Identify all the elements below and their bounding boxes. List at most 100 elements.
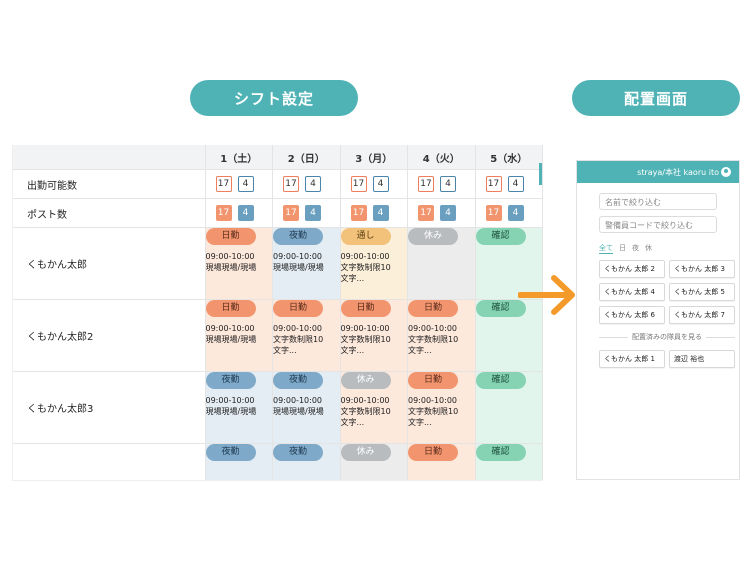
post-count-secondary[interactable]: 4: [507, 205, 524, 221]
shift-cell[interactable]: 夜勤 09:00-10:00 現場現場/現場: [272, 227, 341, 300]
user-icon[interactable]: [721, 167, 731, 177]
available-count-secondary[interactable]: 4: [507, 176, 524, 192]
staff-row: くもかん太郎2 日勤 09:00-10:00 現場現場/現場 日勤 09:00-10:00…: [13, 299, 543, 372]
shift-cell[interactable]: 休み: [340, 443, 408, 480]
shift-type-badge[interactable]: 確認: [475, 444, 526, 461]
mobile-header: straya/本社 kaoru ito: [577, 161, 739, 183]
available-count-secondary[interactable]: 4: [440, 176, 456, 192]
day-header[interactable]: 3（月）: [340, 145, 408, 170]
code-filter-input[interactable]: 警備員コードで絞り込む: [599, 216, 717, 233]
available-count-secondary[interactable]: 4: [372, 176, 389, 192]
staff-card[interactable]: くもかん 太郎 4: [599, 283, 665, 301]
post-count-primary[interactable]: 17: [350, 205, 367, 221]
count-pair: 17 4: [341, 176, 408, 192]
available-count-primary[interactable]: 17: [215, 176, 232, 192]
shift-type-badge[interactable]: 日勤: [273, 300, 323, 317]
count-cell: 17 4: [407, 198, 476, 228]
post-count-primary[interactable]: 17: [485, 205, 502, 221]
staff-name[interactable]: [13, 443, 206, 480]
assigned-card-grid: くもかん 太郎 1 渡辺 裕也: [599, 350, 739, 368]
shift-cell[interactable]: 日勤 09:00-10:00 現場現場/現場: [205, 227, 273, 300]
tab-day[interactable]: 日: [619, 243, 626, 254]
count-cell: 17 4: [205, 169, 273, 199]
shift-type-badge[interactable]: 休み: [340, 444, 391, 461]
shift-type-badge[interactable]: 夜勤: [273, 444, 323, 461]
count-cell: 17 4: [205, 198, 273, 228]
shift-cell[interactable]: 日勤 09:00-10:00 文字数制限10 文字...: [407, 299, 476, 372]
day-header[interactable]: 2（日）: [272, 145, 341, 170]
shift-type-badge[interactable]: 日勤: [205, 228, 256, 245]
shift-cell[interactable]: 日勤 09:00-10:00 文字数制限10 文字...: [407, 371, 476, 444]
count-cell: 17 4: [340, 198, 408, 228]
scroll-indicator[interactable]: [539, 163, 542, 185]
shift-cell[interactable]: 日勤: [407, 443, 476, 480]
available-count-primary[interactable]: 17: [485, 176, 502, 192]
staff-name[interactable]: くもかん太郎2: [13, 299, 206, 372]
shift-type-badge[interactable]: 夜勤: [205, 444, 256, 461]
tab-off[interactable]: 休: [645, 243, 652, 254]
available-count-primary[interactable]: 17: [283, 176, 299, 192]
staff-name[interactable]: くもかん太郎: [13, 227, 206, 300]
shift-type-badge[interactable]: 日勤: [340, 300, 391, 317]
available-count-primary[interactable]: 17: [418, 176, 434, 192]
staff-row: くもかん太郎 日勤 09:00-10:00 現場現場/現場 夜勤 09:00-10:00 現…: [13, 227, 543, 300]
staff-name[interactable]: くもかん太郎3: [13, 371, 206, 444]
assigned-staff-card[interactable]: くもかん 太郎 1: [599, 350, 665, 368]
shift-note: 文字...: [340, 418, 365, 427]
staff-card[interactable]: くもかん 太郎 5: [669, 283, 735, 301]
assigned-divider[interactable]: 配置済みの隊員を見る: [599, 332, 735, 342]
shift-cell[interactable]: 夜勤 09:00-10:00 現場現場/現場: [272, 371, 341, 444]
post-count-secondary[interactable]: 4: [372, 205, 389, 221]
shift-cell[interactable]: 休み: [407, 227, 476, 300]
shift-cell[interactable]: 日勤 09:00-10:00 文字数制限10 文字...: [340, 299, 408, 372]
day-header-row: 1（土） 2（日） 3（月） 4（火） 5（水）: [13, 145, 543, 170]
shift-cell[interactable]: 休み 09:00-10:00 文字数制限10 文字...: [340, 371, 408, 444]
shift-type-badge[interactable]: 確認: [475, 372, 526, 389]
post-count-secondary[interactable]: 4: [440, 205, 456, 221]
post-count-primary[interactable]: 17: [215, 205, 232, 221]
shift-cell[interactable]: 確認: [475, 371, 543, 444]
shift-cell[interactable]: 確認: [475, 443, 543, 480]
shift-type-badge[interactable]: 休み: [340, 372, 391, 389]
available-count-primary[interactable]: 17: [350, 176, 367, 192]
shift-note: 文字数制限10: [340, 263, 391, 272]
staff-card[interactable]: くもかん 太郎 7: [669, 306, 735, 324]
shift-cell[interactable]: 通し 09:00-10:00 文字数制限10 文字...: [340, 227, 408, 300]
tab-night[interactable]: 夜: [632, 243, 639, 254]
assigned-staff-card[interactable]: 渡辺 裕也: [669, 350, 735, 368]
shift-type-badge[interactable]: 日勤: [408, 444, 458, 461]
staff-card[interactable]: くもかん 太郎 6: [599, 306, 665, 324]
shift-type-badge[interactable]: 夜勤: [205, 372, 256, 389]
day-header[interactable]: 5（水）: [475, 145, 543, 170]
shift-type-badge[interactable]: 夜勤: [273, 228, 323, 245]
shift-note: 文字...: [408, 418, 432, 427]
shift-cell[interactable]: 日勤 09:00-10:00 文字数制限10 文字...: [272, 299, 341, 372]
shift-type-badge[interactable]: 日勤: [408, 372, 458, 389]
shift-note: 現場現場/現場: [273, 407, 324, 416]
shift-type-badge[interactable]: 日勤: [205, 300, 256, 317]
available-count-secondary[interactable]: 4: [237, 176, 254, 192]
post-count-secondary[interactable]: 4: [305, 205, 321, 221]
count-cell: 17 4: [340, 169, 408, 199]
shift-cell[interactable]: 夜勤 09:00-10:00 現場現場/現場: [205, 371, 273, 444]
post-count-primary[interactable]: 17: [418, 205, 434, 221]
post-count-primary[interactable]: 17: [283, 205, 299, 221]
shift-cell[interactable]: 夜勤: [205, 443, 273, 480]
staff-card[interactable]: くもかん 太郎 2: [599, 260, 665, 278]
shift-cell[interactable]: 夜勤: [272, 443, 341, 480]
shift-cell[interactable]: 日勤 09:00-10:00 現場現場/現場: [205, 299, 273, 372]
day-header[interactable]: 1（土）: [205, 145, 273, 170]
shift-time: 09:00-10:00: [273, 396, 322, 405]
shift-note: 文字...: [340, 346, 365, 355]
available-count-secondary[interactable]: 4: [305, 176, 321, 192]
shift-type-badge[interactable]: 夜勤: [273, 372, 323, 389]
shift-type-badge[interactable]: 休み: [408, 228, 458, 245]
staff-card[interactable]: くもかん 太郎 3: [669, 260, 735, 278]
shift-type-badge[interactable]: 日勤: [408, 300, 458, 317]
day-header[interactable]: 4（火）: [407, 145, 476, 170]
shift-type-badge[interactable]: 確認: [475, 228, 526, 245]
name-filter-input[interactable]: 名前で絞り込む: [599, 193, 717, 210]
shift-type-badge[interactable]: 通し: [340, 228, 391, 245]
tab-all[interactable]: 全て: [599, 243, 613, 254]
post-count-secondary[interactable]: 4: [237, 205, 254, 221]
